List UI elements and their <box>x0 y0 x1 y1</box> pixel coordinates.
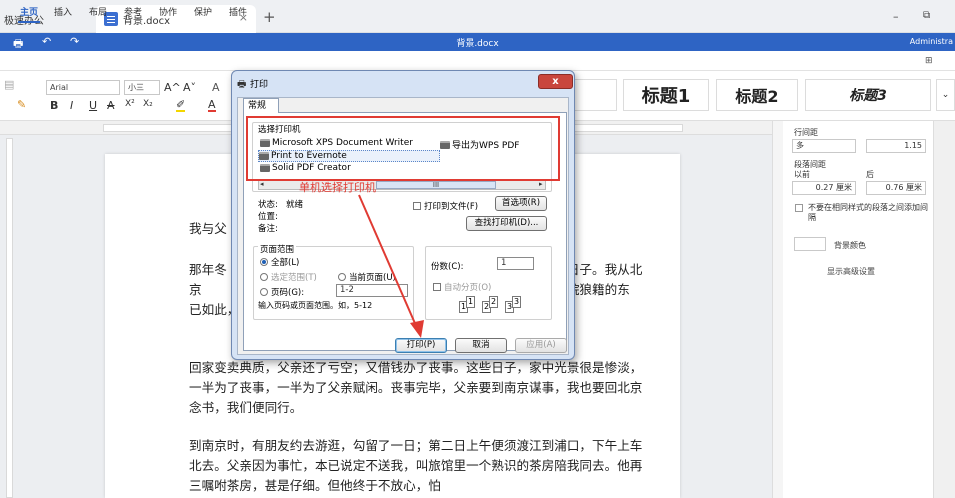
status-label: 状态: <box>258 200 278 210</box>
dialog-close-button[interactable]: x <box>538 74 573 89</box>
range-current-option[interactable]: 当前页面(U) <box>338 271 396 283</box>
spacing-after-input[interactable]: 0.76 厘米 <box>866 181 926 195</box>
paragraph-3[interactable]: 回家变卖典质，父亲还了亏空；又借钱办了丧事。这些日子，家中光景很是惨淡，一半为了… <box>189 358 644 418</box>
spacing-before-input[interactable]: 0.27 厘米 <box>792 181 856 195</box>
printer-icon: 🖶 <box>237 79 247 90</box>
font-name-select[interactable]: Arial <box>46 80 120 95</box>
line-spacing-value-input[interactable]: 1.15 <box>866 139 926 153</box>
spacing-before-label: 以前 <box>794 170 810 179</box>
dialog-title: 打印 <box>250 80 269 90</box>
tab-app[interactable]: 极速办公 <box>0 5 88 33</box>
collate-page-icon: 3 <box>512 296 521 308</box>
vertical-scrollbar[interactable] <box>772 121 783 498</box>
collate-label: 自动分页(O) <box>444 283 492 293</box>
style-heading2[interactable]: 标题2 <box>716 79 798 111</box>
range-current-radio[interactable] <box>338 273 346 281</box>
menu-references[interactable]: 参考 <box>124 5 142 18</box>
menu-insert[interactable]: 插入 <box>54 5 72 18</box>
scrollbar-thumb[interactable]: III <box>376 181 496 189</box>
page-range-label: 页面范围 <box>258 243 297 255</box>
range-pages-radio[interactable] <box>260 288 268 296</box>
collate-page-icon: 2 <box>489 296 498 308</box>
advanced-settings-link[interactable]: 显示高级设置 <box>827 266 875 277</box>
scroll-left-icon[interactable]: ◂ <box>260 180 264 188</box>
range-pages-label: 页码(G): <box>271 288 305 298</box>
menu-plugins[interactable]: 插件 <box>229 5 247 18</box>
print-to-file-label: 打印到文件(F) <box>424 202 479 212</box>
print-button[interactable]: 打印(P) <box>395 338 447 353</box>
underline-button[interactable]: U <box>89 99 97 112</box>
page-range-input[interactable]: 1-2 <box>336 284 408 297</box>
copies-label: 份数(C): <box>431 262 464 272</box>
shrink-font-icon[interactable]: A˅ <box>183 81 196 94</box>
text-effects-icon[interactable]: A <box>212 81 220 94</box>
font-color-icon[interactable]: A <box>208 99 216 112</box>
style-heading3[interactable]: 标题3 <box>805 79 931 111</box>
subscript-button[interactable]: X₂ <box>143 99 153 109</box>
italic-button[interactable]: I <box>70 99 73 112</box>
tab-general[interactable]: 常规 <box>243 98 279 113</box>
collate-option[interactable]: 自动分页(O) <box>433 281 491 293</box>
range-selection-option[interactable]: 选定范围(T) <box>260 271 317 283</box>
format-painter-icon[interactable]: ✎ <box>17 98 26 111</box>
no-space-checkbox[interactable] <box>795 204 803 212</box>
background-color-label: 背景颜色 <box>834 241 866 250</box>
paragraph-4[interactable]: 到南京时，有朋友约去游逛，勾留了一日；第二日上午便须渡江到浦口，下午上车北去。父… <box>189 436 644 496</box>
grow-font-icon[interactable]: A^ <box>164 81 181 94</box>
menu-layout[interactable]: 布局 <box>89 5 107 18</box>
line-spacing-mode-select[interactable]: 多 <box>792 139 856 153</box>
range-selection-radio[interactable] <box>260 273 268 281</box>
vertical-ruler[interactable] <box>6 138 13 498</box>
comment-label: 备注: <box>258 224 278 234</box>
background-color-picker[interactable] <box>794 237 826 251</box>
find-printer-button[interactable]: 查找打印机(D)... <box>466 216 547 231</box>
menu-home[interactable]: 主页 <box>17 5 41 23</box>
annotation-highlight-box <box>246 116 560 181</box>
style-normal[interactable] <box>573 79 617 111</box>
menu-collaborate[interactable]: 协作 <box>159 5 177 18</box>
strikethrough-button[interactable]: A <box>107 99 115 112</box>
location-label: 位置: <box>258 212 278 222</box>
no-space-label: 不要在相同样式的段落之间添加间隔 <box>808 203 928 222</box>
annotation-text: 单机选择打印机 <box>299 181 376 194</box>
user-name[interactable]: Administra <box>910 37 953 46</box>
range-selection-label: 选定范围(T) <box>271 273 317 283</box>
collate-checkbox[interactable] <box>433 283 441 291</box>
collate-page-icon: 1 <box>466 296 475 308</box>
superscript-button[interactable]: X² <box>125 99 135 109</box>
paste-icon[interactable]: ▤ <box>4 78 14 91</box>
range-all-option[interactable]: 全部(L) <box>260 256 299 268</box>
print-to-file-checkbox[interactable] <box>413 202 421 210</box>
new-tab-button[interactable]: + <box>263 8 276 26</box>
bold-button[interactable]: B <box>50 99 58 112</box>
range-all-label: 全部(L) <box>271 258 300 268</box>
side-toolbar <box>933 121 955 498</box>
copies-input[interactable]: 1 <box>497 257 534 270</box>
menu-bar <box>0 51 955 71</box>
status-value: 就绪 <box>286 200 304 210</box>
preferences-button[interactable]: 首选项(R) <box>495 196 547 211</box>
range-pages-option[interactable]: 页码(G): <box>260 286 304 298</box>
title-bar: 🖶 ↶ ↷ 背景.docx Administra <box>0 33 955 51</box>
restore-button[interactable]: ⧉ <box>923 10 930 21</box>
line-spacing-label: 行间距 <box>794 128 818 137</box>
range-all-radio[interactable] <box>260 258 268 266</box>
menu-protect[interactable]: 保护 <box>194 5 212 18</box>
document-title: 背景.docx <box>456 39 499 49</box>
spacing-after-label: 后 <box>866 170 874 179</box>
apply-button[interactable]: 应用(A) <box>515 338 567 353</box>
style-heading1[interactable]: 标题1 <box>623 79 709 111</box>
styles-more-icon[interactable]: ⌄ <box>936 79 955 111</box>
scroll-right-icon[interactable]: ▸ <box>539 180 543 188</box>
panel-toggle-icon[interactable]: ⊞ <box>925 56 933 66</box>
minimize-button[interactable]: – <box>893 10 899 23</box>
highlight-icon[interactable]: ✐ <box>176 99 186 112</box>
font-size-select[interactable]: 小三 <box>124 80 160 95</box>
page-range-hint: 输入页码或页面范围。如，5-12 <box>258 301 373 310</box>
range-current-label: 当前页面(U) <box>349 273 396 283</box>
print-to-file-option[interactable]: 打印到文件(F) <box>413 200 478 212</box>
cancel-button[interactable]: 取消 <box>455 338 507 353</box>
